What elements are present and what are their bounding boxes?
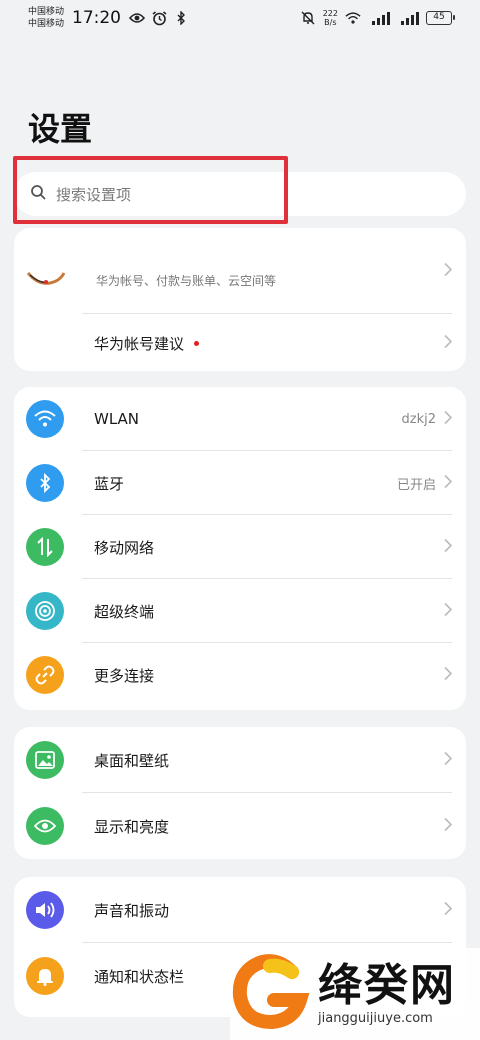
net-speed-unit: B/s [324, 18, 337, 27]
account-card: 华为帐号、付款与账单、云空间等 华为帐号建议 [14, 228, 466, 371]
super-device-label: 超级终端 [94, 602, 155, 621]
chevron-right-icon [444, 538, 453, 557]
notification-dot [194, 340, 200, 346]
wallpaper-label: 桌面和壁纸 [94, 751, 170, 770]
clock: 17:20 [72, 8, 121, 28]
bluetooth-label: 蓝牙 [94, 474, 125, 493]
watermark-site: jiangguijiuye.com [318, 1011, 433, 1026]
settings-item-mobile-network[interactable]: 移动网络 [14, 515, 466, 579]
search-icon [30, 184, 46, 204]
carrier-2: 中国移动 [28, 19, 65, 29]
mobile-data-icon [26, 528, 64, 566]
signal-2-icon [397, 10, 419, 26]
display-label: 显示和亮度 [94, 817, 170, 836]
eye-icon [26, 807, 64, 845]
wifi-icon [26, 400, 64, 438]
chevron-right-icon [444, 602, 453, 621]
account-row[interactable]: 华为帐号、付款与账单、云空间等 [14, 228, 466, 314]
settings-item-bluetooth[interactable]: 蓝牙 已开启 [14, 451, 466, 515]
settings-item-display[interactable]: 显示和亮度 [14, 793, 466, 859]
watermark-title: 绛癸网 [318, 960, 456, 1011]
mute-icon [300, 10, 316, 26]
account-recommendation-row[interactable]: 华为帐号建议 [14, 314, 466, 372]
settings-item-sound[interactable]: 声音和振动 [14, 877, 466, 943]
mobile-network-label: 移动网络 [94, 538, 155, 557]
display-card: 桌面和壁纸 显示和亮度 [14, 727, 466, 859]
more-connections-label: 更多连接 [94, 666, 155, 685]
wlan-value: dzkj2 [401, 411, 437, 427]
wifi-status-icon [345, 10, 361, 26]
carrier-info: 中国移动 中国移动 [28, 6, 68, 30]
network-speed: 222 B/s [323, 9, 338, 27]
settings-item-wallpaper[interactable]: 桌面和壁纸 [14, 727, 466, 793]
wlan-label: WLAN [94, 410, 140, 428]
chevron-right-icon [444, 751, 453, 770]
link-icon [26, 656, 64, 694]
signal-1-icon [368, 10, 390, 26]
settings-item-super-device[interactable]: 超级终端 [14, 579, 466, 643]
avatar [26, 251, 66, 291]
alarm-icon [151, 10, 167, 26]
bluetooth-icon [26, 464, 64, 502]
chevron-right-icon [444, 410, 453, 429]
sound-label: 声音和振动 [94, 901, 170, 920]
account-recommendation-label: 华为帐号建议 [94, 334, 185, 353]
notifications-label: 通知和状态栏 [94, 967, 185, 986]
settings-item-wlan[interactable]: WLAN dzkj2 [14, 387, 466, 451]
chevron-right-icon [444, 666, 453, 685]
speaker-icon [26, 891, 64, 929]
battery-indicator: 45 [426, 11, 455, 25]
net-speed-value: 222 [322, 9, 338, 18]
search-placeholder: 搜索设置项 [56, 185, 132, 204]
chevron-right-icon [444, 901, 453, 920]
chevron-right-icon [444, 334, 453, 353]
chevron-right-icon [444, 474, 453, 493]
search-bar[interactable]: 搜索设置项 [14, 172, 466, 216]
page-title: 设置 [28, 110, 93, 148]
watermark: 绛癸网 jiangguijiuye.com [230, 948, 480, 1040]
chevron-right-icon [444, 262, 453, 281]
bell-icon [26, 957, 64, 995]
bluetooth-value: 已开启 [396, 477, 436, 493]
connectivity-card: WLAN dzkj2 蓝牙 已开启 移动网络 超级终端 更多连接 [14, 387, 466, 710]
super-device-icon [26, 592, 64, 630]
chevron-right-icon [444, 817, 453, 836]
status-bar: 中国移动 中国移动 17:20 222 B/s 45 [0, 0, 480, 36]
watermark-logo-icon [230, 952, 310, 1036]
wallpaper-icon [26, 741, 64, 779]
settings-item-more-connections[interactable]: 更多连接 [14, 643, 466, 707]
bluetooth-status-icon [173, 10, 189, 26]
account-subtitle: 华为帐号、付款与账单、云空间等 [96, 273, 277, 288]
carrier-1: 中国移动 [28, 7, 65, 17]
eye-comfort-icon [129, 10, 145, 26]
